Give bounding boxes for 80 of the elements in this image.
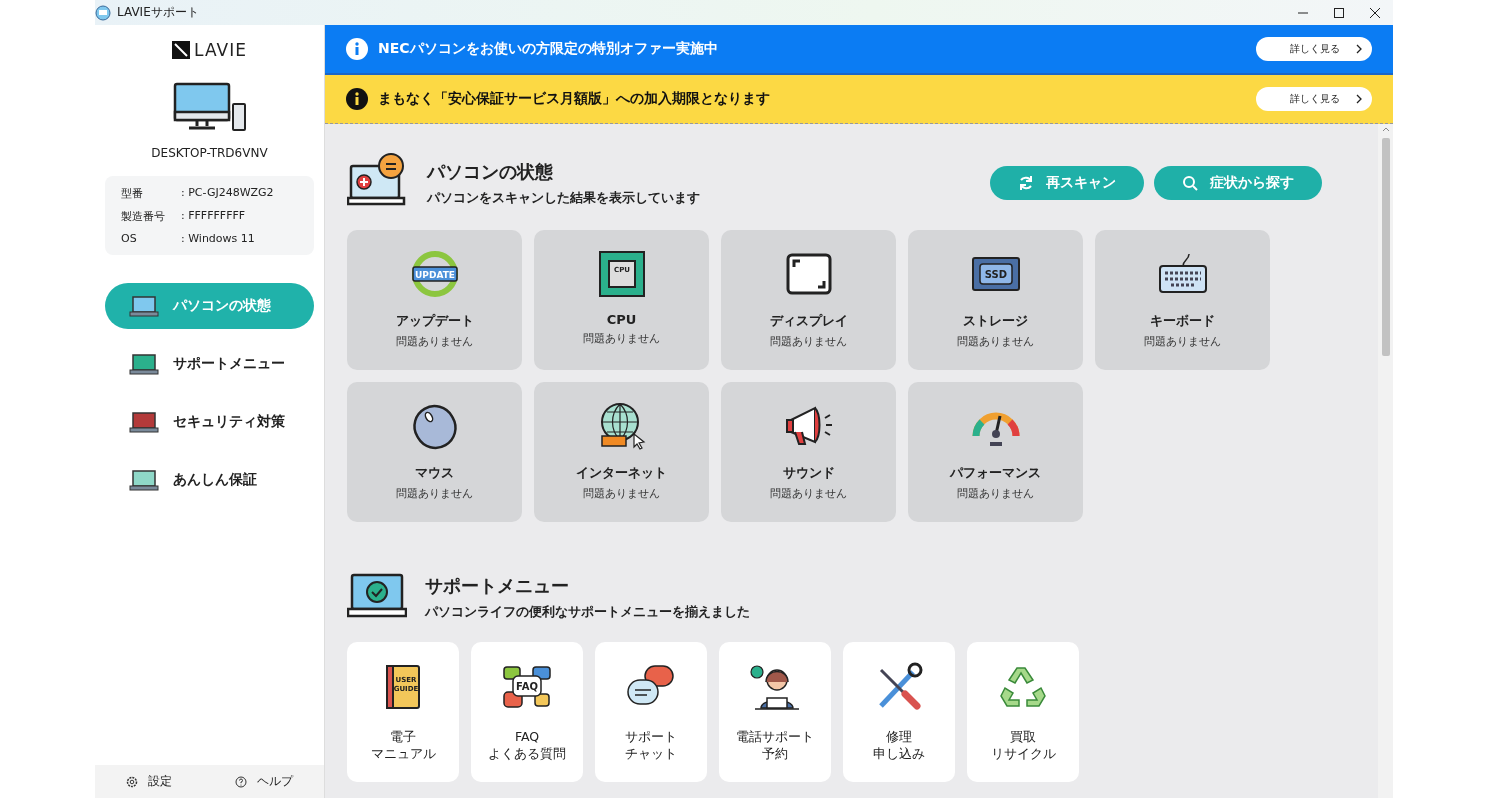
tile-label: 電子 マニュアル bbox=[370, 728, 436, 762]
help-icon bbox=[234, 775, 247, 788]
details-button[interactable]: 詳しく見る bbox=[1256, 87, 1372, 111]
status-tile[interactable]: ディスプレイ 問題ありません bbox=[721, 230, 896, 370]
tile-label: 電話サポート 予約 bbox=[736, 728, 814, 762]
status-tile[interactable]: UPDATE アップデート 問題ありません bbox=[347, 230, 522, 370]
info-icon bbox=[346, 38, 368, 60]
window-title: LAVIEサポート bbox=[117, 4, 200, 21]
status-tile[interactable]: インターネット 問題ありません bbox=[534, 382, 709, 522]
scrollbar[interactable] bbox=[1378, 124, 1393, 798]
support-menu-tile[interactable]: 修理 申し込み bbox=[843, 642, 955, 782]
laptop-icon bbox=[129, 295, 159, 317]
details-button[interactable]: 詳しく見る bbox=[1256, 37, 1372, 61]
support-menu-tile[interactable]: FAQ FAQ よくある質問 bbox=[471, 642, 583, 782]
tile-status: 問題ありません bbox=[396, 486, 473, 501]
laptop-icon bbox=[129, 469, 159, 491]
nav-item[interactable]: あんしん保証 bbox=[105, 457, 314, 503]
laptop-icon bbox=[129, 353, 159, 375]
nav-item[interactable]: セキュリティ対策 bbox=[105, 399, 314, 445]
spec-label: OS bbox=[121, 232, 138, 245]
section-subtitle: パソコンをスキャンした結果を表示しています bbox=[427, 189, 700, 207]
maximize-icon[interactable] bbox=[1333, 6, 1345, 19]
laptop-check-icon bbox=[347, 572, 407, 618]
tile-title: パフォーマンス bbox=[950, 464, 1041, 482]
nav-item[interactable]: サポートメニュー bbox=[105, 341, 314, 387]
tile-title: インターネット bbox=[576, 464, 667, 482]
status-tile[interactable]: キーボード 問題ありません bbox=[1095, 230, 1270, 370]
support-menu-tile[interactable]: 買取 リサイクル bbox=[967, 642, 1079, 782]
laptop-icon bbox=[129, 411, 159, 433]
tile-label: 買取 リサイクル bbox=[990, 728, 1056, 762]
tile-title: ディスプレイ bbox=[769, 312, 848, 330]
tile-status: 問題ありません bbox=[1144, 334, 1221, 349]
tile-title: アップデート bbox=[395, 312, 474, 330]
tile-status: 問題ありません bbox=[770, 486, 847, 501]
tile-status: 問題ありません bbox=[583, 486, 660, 501]
tile-title: キーボード bbox=[1150, 312, 1215, 330]
section-title: サポートメニュー bbox=[425, 573, 570, 598]
tile-status: 問題ありません bbox=[957, 334, 1034, 349]
logo-mark-icon bbox=[172, 41, 191, 59]
tile-title: ストレージ bbox=[963, 312, 1028, 330]
tile-status: 問題ありません bbox=[957, 486, 1034, 501]
app-logo-icon bbox=[95, 4, 111, 21]
tile-title: マウス bbox=[415, 464, 454, 482]
close-icon[interactable] bbox=[1369, 6, 1381, 19]
spec-value: : FFFFFFFFF bbox=[181, 209, 247, 224]
tile-status: 問題ありません bbox=[583, 331, 660, 346]
scrollbar-thumb[interactable] bbox=[1381, 138, 1390, 356]
chevron-right-icon bbox=[1356, 44, 1362, 54]
status-tile[interactable]: SSD ストレージ 問題ありません bbox=[908, 230, 1083, 370]
tile-label: FAQ よくある質問 bbox=[488, 728, 566, 762]
desktop-pc-icon bbox=[172, 80, 247, 134]
chevron-right-icon bbox=[1356, 94, 1362, 104]
tile-label: 修理 申し込み bbox=[873, 728, 925, 762]
tile-status: 問題ありません bbox=[770, 334, 847, 349]
help-button[interactable]: ヘルプ bbox=[228, 772, 299, 791]
banner-text: まもなく「安心保証サービス月額版」への加入期限となります bbox=[378, 90, 771, 108]
section-subtitle: パソコンライフの便利なサポートメニューを揃えました bbox=[425, 603, 750, 621]
settings-icon bbox=[126, 775, 139, 788]
support-menu-tile[interactable]: サポート チャット bbox=[595, 642, 707, 782]
spec-value: : Windows 11 bbox=[181, 232, 256, 245]
device-name: DESKTOP-TRD6VNV bbox=[150, 146, 269, 160]
tile-title: CPU bbox=[606, 312, 637, 327]
spec-label: 型番 bbox=[121, 186, 144, 201]
brand-logo-text: LAVIE bbox=[194, 40, 247, 60]
banner-text: NECパソコンをお使いの方限定の特別オファー実施中 bbox=[378, 40, 719, 58]
spec-value: : PC-GJ248WZG2 bbox=[181, 186, 275, 201]
tile-status: 問題ありません bbox=[396, 334, 473, 349]
info-icon bbox=[346, 88, 368, 110]
status-tile[interactable]: マウス 問題ありません bbox=[347, 382, 522, 522]
spec-label: 製造番号 bbox=[121, 209, 166, 224]
status-tile[interactable]: パフォーマンス 問題ありません bbox=[908, 382, 1083, 522]
status-tile[interactable]: サウンド 問題ありません bbox=[721, 382, 896, 522]
tile-label: サポート チャット bbox=[625, 728, 677, 762]
refresh-icon bbox=[1018, 175, 1034, 191]
section-title: パソコンの状態 bbox=[427, 159, 554, 184]
search-icon bbox=[1182, 175, 1198, 191]
tile-title: サウンド bbox=[782, 464, 835, 482]
support-menu-tile[interactable]: 電話サポート 予約 bbox=[719, 642, 831, 782]
settings-button[interactable]: 設定 bbox=[120, 772, 179, 791]
scroll-up-icon[interactable] bbox=[1381, 126, 1390, 132]
